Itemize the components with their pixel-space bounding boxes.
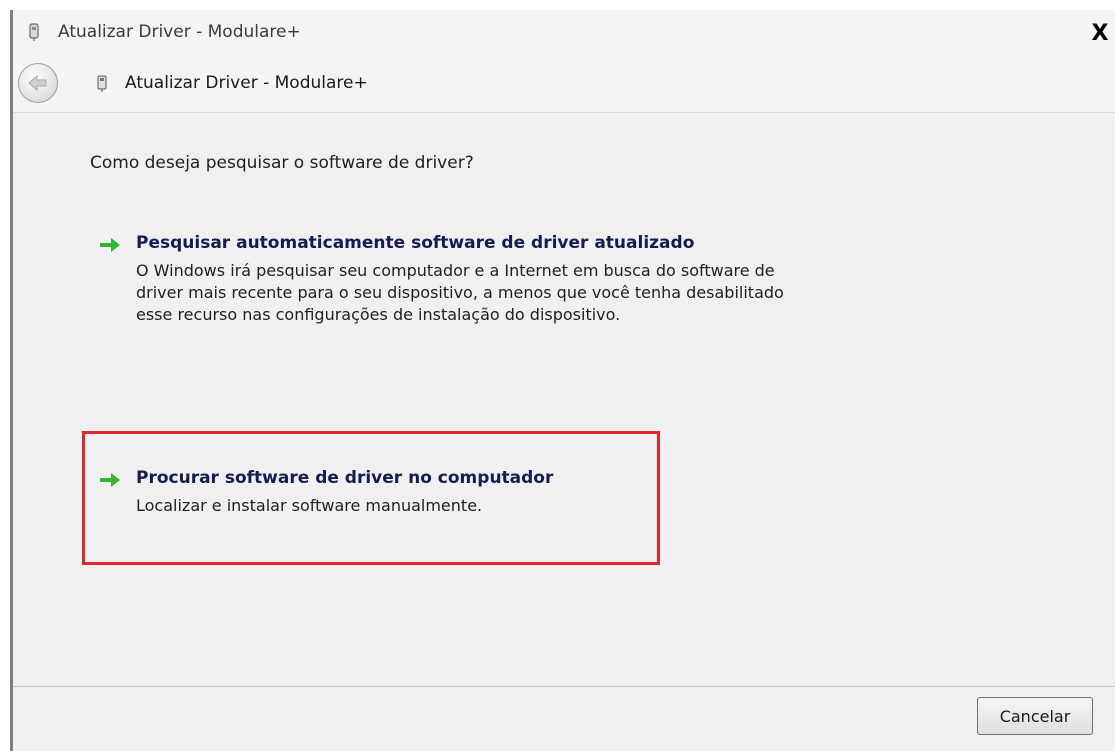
wizard-title: Atualizar Driver - Modulare+	[125, 73, 368, 93]
page-question: Como deseja pesquisar o software de driv…	[90, 153, 474, 173]
green-arrow-icon	[100, 238, 120, 252]
close-button[interactable]: X	[1087, 20, 1113, 46]
option-description: Localizar e instalar software manualment…	[136, 495, 482, 517]
option-title: Pesquisar automaticamente software de dr…	[136, 233, 695, 253]
device-icon	[97, 75, 107, 92]
update-driver-window: Atualizar Driver - Modulare+ X Atualizar…	[10, 10, 1115, 751]
option-description-line: O Windows irá pesquisar seu computador e…	[136, 261, 775, 280]
option-search-automatically[interactable]: Pesquisar automaticamente software de dr…	[98, 233, 918, 333]
option-description: O Windows irá pesquisar seu computador e…	[136, 260, 784, 326]
option-description-line: Localizar e instalar software manualment…	[136, 496, 483, 515]
option-browse-computer[interactable]: Procurar software de driver no computado…	[98, 468, 638, 528]
window-title: Atualizar Driver - Modulare+	[58, 22, 301, 42]
green-arrow-icon	[100, 473, 120, 487]
close-icon: X	[1091, 20, 1109, 46]
option-description-line: esse recurso nas configurações de instal…	[136, 305, 621, 324]
option-title: Procurar software de driver no computado…	[136, 468, 554, 488]
cancel-button[interactable]: Cancelar	[977, 697, 1093, 735]
wizard-content: Como deseja pesquisar o software de driv…	[13, 113, 1115, 687]
option-description-line: driver mais recente para o seu dispositi…	[136, 283, 784, 302]
navigation-bar: Atualizar Driver - Modulare+	[13, 56, 1115, 113]
title-bar: Atualizar Driver - Modulare+ X	[13, 10, 1115, 56]
wizard-footer: Cancelar	[13, 687, 1115, 751]
back-button[interactable]	[18, 63, 58, 103]
device-driver-icon	[29, 23, 39, 41]
back-arrow-icon	[28, 74, 47, 92]
